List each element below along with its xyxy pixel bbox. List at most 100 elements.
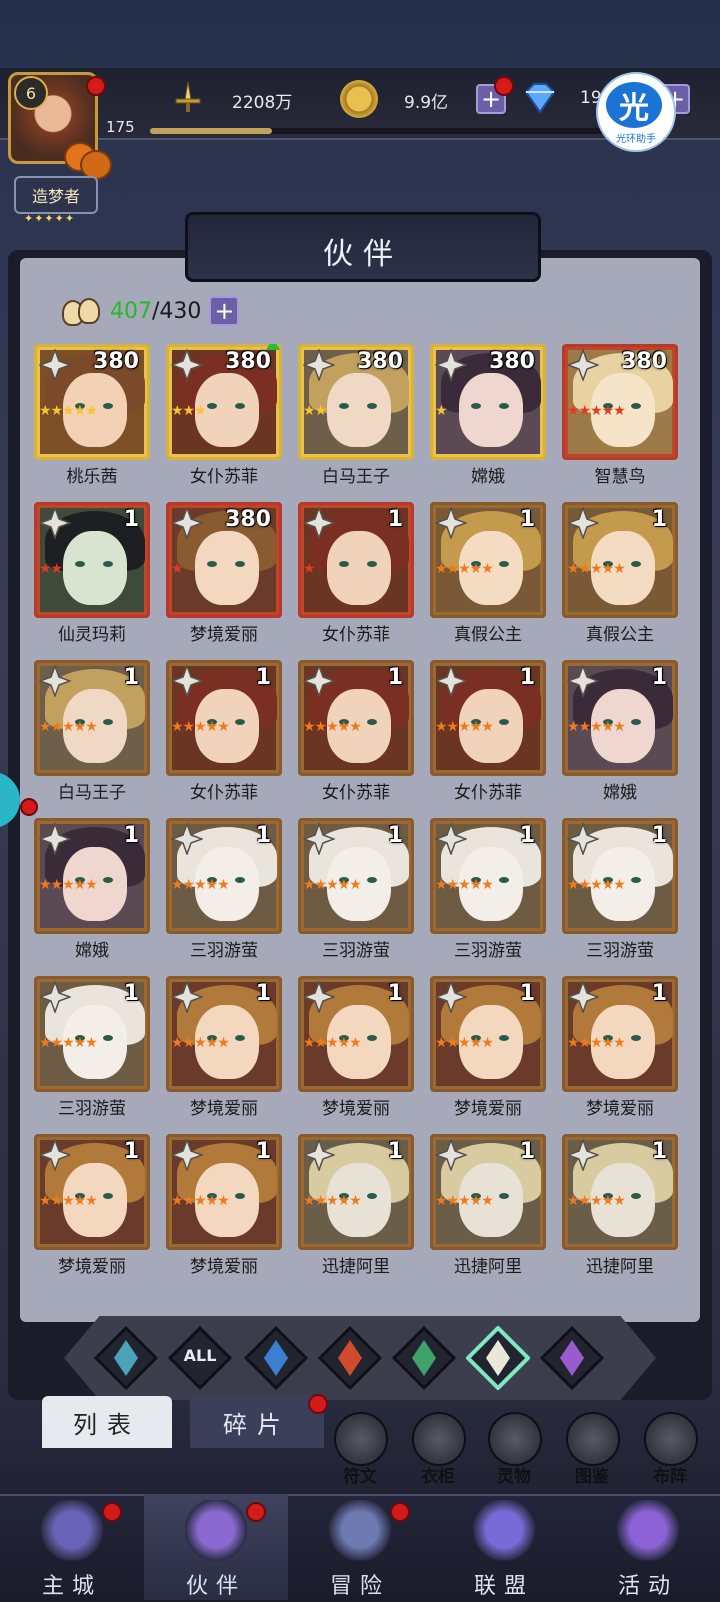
nav-partners[interactable]: 伙伴: [144, 1494, 288, 1600]
partner-portrait[interactable]: 1 ★★★★★: [34, 976, 150, 1092]
partner-portrait[interactable]: 380 ★★★★★: [34, 344, 150, 460]
partner-card[interactable]: 1 ★★★★★ 三羽游萤: [562, 818, 678, 970]
partner-card[interactable]: 1 ★★★★★ 三羽游萤: [430, 818, 546, 970]
light-element-icon: [303, 507, 335, 539]
partner-portrait[interactable]: 1 ★★★★★: [298, 1134, 414, 1250]
partner-portrait[interactable]: 380 ★★: [298, 344, 414, 460]
partner-portrait[interactable]: 1 ★★★★★: [562, 1134, 678, 1250]
partner-card[interactable]: 1 ★★★★★ 梦境爱丽: [34, 1134, 150, 1286]
partner-portrait[interactable]: 1 ★★★★★: [298, 818, 414, 934]
light-element-icon: [39, 665, 71, 697]
partner-card[interactable]: 1 ★★★★★ 迅捷阿里: [430, 1134, 546, 1286]
partner-card[interactable]: 1 ★ 女仆苏菲: [298, 502, 414, 654]
spirit-button[interactable]: 灵物: [484, 1412, 544, 1488]
partner-portrait[interactable]: 1 ★★★★★: [430, 976, 546, 1092]
partner-card[interactable]: 1 ★★★★★ 三羽游萤: [166, 818, 282, 970]
partner-eye: [471, 403, 481, 409]
partner-level: 380: [225, 507, 271, 532]
partner-card[interactable]: 1 ★★★★★ 梦境爱丽: [166, 976, 282, 1128]
partner-card[interactable]: 380 ★ 梦境爱丽: [166, 502, 282, 654]
partner-eye: [103, 719, 113, 725]
partner-card[interactable]: 380 ★ 嫦娥: [430, 344, 546, 496]
wardrobe-button[interactable]: 衣柜: [408, 1412, 468, 1488]
runes-button[interactable]: 符文: [330, 1412, 390, 1488]
partner-portrait[interactable]: 1 ★★★★★: [166, 976, 282, 1092]
adventure-icon: [324, 1500, 396, 1566]
filter-light-icon[interactable]: [465, 1325, 531, 1391]
partner-portrait[interactable]: 1 ★★★★★: [34, 818, 150, 934]
nav-city[interactable]: 主城: [0, 1494, 144, 1600]
partner-portrait[interactable]: 1 ★★★★★: [562, 660, 678, 776]
filter-nature-icon[interactable]: [391, 1325, 457, 1391]
nav-city-label: 主城: [41, 1574, 102, 1599]
roster-current: 407: [110, 298, 152, 324]
partner-eye: [235, 1193, 245, 1199]
partner-portrait[interactable]: 1 ★★★★★: [430, 1134, 546, 1250]
nav-adventure[interactable]: 冒险: [288, 1494, 432, 1600]
partner-portrait[interactable]: 1 ★★★★★: [34, 1134, 150, 1250]
tab-fragments[interactable]: 碎片: [190, 1396, 324, 1448]
halo-helper-button[interactable]: 光 光环助手: [596, 72, 676, 152]
partner-card[interactable]: 1 ★★★★★ 迅捷阿里: [298, 1134, 414, 1286]
partner-card[interactable]: 1 ★★★★★ 梦境爱丽: [166, 1134, 282, 1286]
formation-button[interactable]: 布阵: [640, 1412, 700, 1488]
partner-portrait[interactable]: 380 ★: [430, 344, 546, 460]
light-element-icon: [171, 823, 203, 855]
partner-portrait[interactable]: 1 ★★: [34, 502, 150, 618]
alliance-icon: [468, 1500, 540, 1566]
filter-dark-icon[interactable]: [539, 1325, 605, 1391]
partner-card[interactable]: 380 ★★★★★ 智慧鸟: [562, 344, 678, 496]
partner-portrait[interactable]: 1 ★★★★★: [166, 660, 282, 776]
partner-portrait[interactable]: 1 ★★★★★: [298, 660, 414, 776]
partner-card[interactable]: 1 ★★★★★ 三羽游萤: [298, 818, 414, 970]
partner-level: 1: [387, 507, 403, 532]
partner-card[interactable]: 380 ★★★★★ 桃乐茜: [34, 344, 150, 496]
partner-portrait[interactable]: 1 ★★★★★: [166, 1134, 282, 1250]
partner-portrait[interactable]: 1 ★★★★★: [562, 976, 678, 1092]
partner-card[interactable]: 1 ★★★★★ 白马王子: [34, 660, 150, 812]
codex-button[interactable]: 图鉴: [562, 1412, 622, 1488]
partner-card[interactable]: 1 ★★★★★ 真假公主: [430, 502, 546, 654]
partner-card[interactable]: 1 ★★★★★ 嫦娥: [34, 818, 150, 970]
expand-roster-button[interactable]: +: [209, 296, 240, 326]
partner-portrait[interactable]: 1 ★★★★★: [166, 818, 282, 934]
partner-portrait[interactable]: 1 ★★★★★: [34, 660, 150, 776]
partner-card[interactable]: 1 ★★★★★ 三羽游萤: [34, 976, 150, 1128]
partner-portrait[interactable]: 380 ★★★: [166, 344, 282, 460]
partner-face: [459, 373, 523, 447]
player-title-badge[interactable]: 造梦者: [14, 176, 98, 214]
filter-all-button[interactable]: ALL: [167, 1325, 233, 1391]
partner-card[interactable]: 1 ★★★★★ 真假公主: [562, 502, 678, 654]
partner-portrait[interactable]: 1 ★★★★★: [562, 818, 678, 934]
filter-fire-icon[interactable]: [317, 1325, 383, 1391]
partner-card[interactable]: 1 ★★★★★ 女仆苏菲: [166, 660, 282, 812]
partner-card[interactable]: 1 ★★★★★ 梦境爱丽: [562, 976, 678, 1128]
partner-portrait[interactable]: 1 ★★★★★: [430, 502, 546, 618]
partner-portrait[interactable]: 1 ★★★★★: [562, 502, 678, 618]
partner-card[interactable]: 1 ★★★★★ 嫦娥: [562, 660, 678, 812]
filter-wind-diamond: [93, 1325, 159, 1391]
nav-alliance[interactable]: 联盟: [432, 1494, 576, 1600]
partner-portrait[interactable]: 1 ★: [298, 502, 414, 618]
partner-card[interactable]: 380 ★★ 白马王子: [298, 344, 414, 496]
partner-card[interactable]: 1 ★★★★★ 梦境爱丽: [430, 976, 546, 1128]
tab-list[interactable]: 列表: [42, 1396, 172, 1448]
partner-portrait[interactable]: 1 ★★★★★: [430, 660, 546, 776]
partner-portrait[interactable]: 1 ★★★★★: [430, 818, 546, 934]
nav-events[interactable]: 活动: [576, 1494, 720, 1600]
partner-eye: [235, 1035, 245, 1041]
partner-card[interactable]: 1 ★★★★★ 梦境爱丽: [298, 976, 414, 1128]
light-element-icon: [171, 665, 203, 697]
runes-icon: [334, 1412, 388, 1466]
partner-card[interactable]: 1 ★★★★★ 女仆苏菲: [430, 660, 546, 812]
partner-stars: ★: [303, 561, 316, 577]
partner-portrait[interactable]: 380 ★: [166, 502, 282, 618]
partner-card[interactable]: 1 ★★★★★ 迅捷阿里: [562, 1134, 678, 1286]
partner-card[interactable]: 1 ★★★★★ 女仆苏菲: [298, 660, 414, 812]
filter-wind-icon[interactable]: [93, 1325, 159, 1391]
filter-water-icon[interactable]: [243, 1325, 309, 1391]
partner-card[interactable]: 380 ★★★ 女仆苏菲: [166, 344, 282, 496]
partner-card[interactable]: 1 ★★ 仙灵玛莉: [34, 502, 150, 654]
partner-portrait[interactable]: 1 ★★★★★: [298, 976, 414, 1092]
partner-portrait[interactable]: 380 ★★★★★: [562, 344, 678, 460]
